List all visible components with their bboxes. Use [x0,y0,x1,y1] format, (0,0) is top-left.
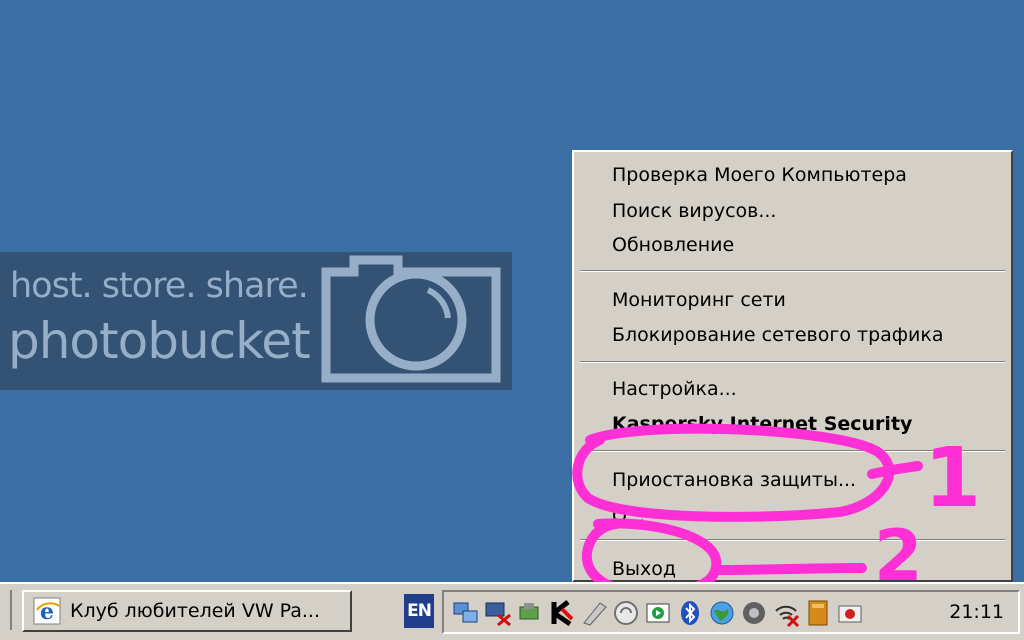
photobucket-watermark: host. store. share. photobucket [0,252,512,390]
menu-item-update[interactable]: Обновление [612,230,734,260]
system-tray: 21:11 [442,590,1020,634]
menu-item-about[interactable]: О... [612,501,645,531]
taskbar-grip [0,590,12,630]
menu-item-virus-scan[interactable]: Поиск вирусов... [612,196,776,226]
network-icon[interactable] [452,599,480,627]
watermark-tagline: host. store. share. [10,266,309,306]
kaspersky-icon[interactable] [548,599,576,627]
menu-item-network-monitor[interactable]: Мониторинг сети [612,285,786,315]
menu-item-pause-protection[interactable]: Приостановка защиты... [612,465,856,495]
system-clock[interactable]: 21:11 [949,592,1004,632]
menu-separator [580,361,1005,363]
menu-item-kaspersky-internet-security[interactable]: Kaspersky Internet Security [612,409,912,439]
network-disconnected-icon[interactable] [484,599,512,627]
watermark-brand: photobucket [8,312,311,370]
taskbar-button-browser[interactable]: e Клуб любителей VW Pa... [22,590,352,632]
camera-icon[interactable] [836,599,864,627]
globe-icon[interactable] [708,599,736,627]
speaker-icon[interactable] [740,599,768,627]
taskbar-button-label: Клуб любителей VW Pa... [70,600,321,622]
menu-item-scan-my-computer[interactable]: Проверка Моего Компьютера [612,160,907,190]
menu-separator [580,270,1005,272]
menu-separator [580,450,1005,452]
pen-icon[interactable] [580,599,608,627]
menu-item-settings[interactable]: Настройка... [612,374,737,404]
camera-logo-icon [321,255,501,383]
menu-item-block-traffic[interactable]: Блокирование сетевого трафика [612,320,944,350]
menu-separator [580,539,1005,541]
sync-icon[interactable] [612,599,640,627]
media-icon[interactable] [644,599,672,627]
book-icon[interactable] [804,599,832,627]
wifi-disconnected-icon[interactable] [772,599,800,627]
usb-icon[interactable] [516,599,544,627]
bluetooth-icon[interactable] [676,599,704,627]
language-indicator[interactable]: EN [404,594,434,628]
tray-context-menu: Проверка Моего Компьютера Поиск вирусов.… [572,150,1013,582]
taskbar: e Клуб любителей VW Pa... EN 21:11 [0,582,1024,640]
internet-explorer-icon: e [33,597,61,625]
menu-item-exit[interactable]: Выход [612,554,676,584]
